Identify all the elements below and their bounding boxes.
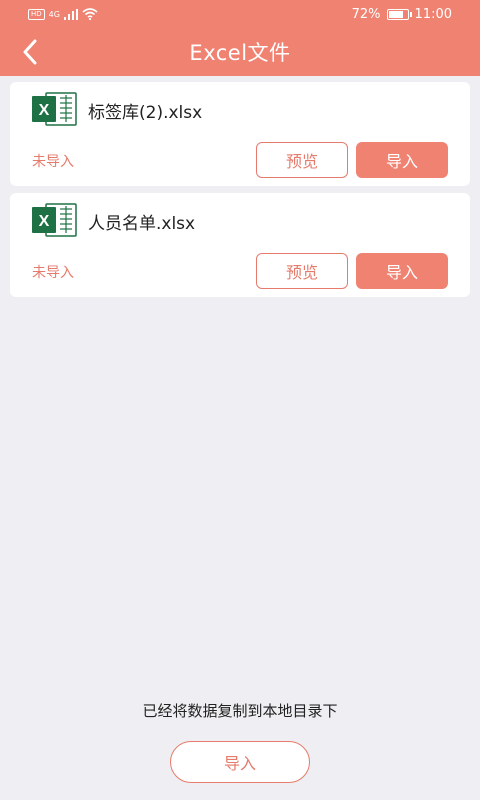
status-left: HD 4G xyxy=(28,8,98,20)
preview-button[interactable]: 预览 xyxy=(256,253,348,289)
back-button[interactable] xyxy=(14,36,46,68)
hd-indicator: HD xyxy=(28,8,45,20)
battery-icon xyxy=(386,8,412,20)
status-bar: HD 4G 72% 11:00 xyxy=(0,0,480,28)
wifi-icon xyxy=(82,8,98,20)
network-type: 4G xyxy=(48,9,60,19)
toast-message: 已经将数据复制到本地目录下 xyxy=(142,702,338,720)
import-status: 未导入 xyxy=(32,154,74,170)
clock: 11:00 xyxy=(414,6,452,22)
excel-file-icon: X xyxy=(32,203,77,237)
svg-text:X: X xyxy=(39,213,50,230)
preview-button[interactable]: 预览 xyxy=(256,142,348,178)
svg-text:X: X xyxy=(39,102,50,119)
app-bar: Excel文件 xyxy=(0,28,480,76)
signal-icon xyxy=(63,8,78,20)
battery-percent: 72% xyxy=(351,6,381,22)
excel-file-icon: X xyxy=(32,92,77,126)
import-status: 未导入 xyxy=(32,265,74,281)
file-name: 标签库(2).xlsx xyxy=(88,103,203,123)
import-button[interactable]: 导入 xyxy=(356,253,448,289)
file-card: X 标签库(2).xlsx 未导入 预览 导入 xyxy=(10,82,470,186)
page-title: Excel文件 xyxy=(189,41,291,65)
chevron-left-icon xyxy=(23,39,37,65)
import-button[interactable]: 导入 xyxy=(356,142,448,178)
file-name: 人员名单.xlsx xyxy=(88,214,196,234)
status-right: 72% 11:00 xyxy=(352,7,452,22)
bottom-import-button[interactable]: 导入 xyxy=(170,741,310,783)
file-card: X 人员名单.xlsx 未导入 预览 导入 xyxy=(10,193,470,297)
